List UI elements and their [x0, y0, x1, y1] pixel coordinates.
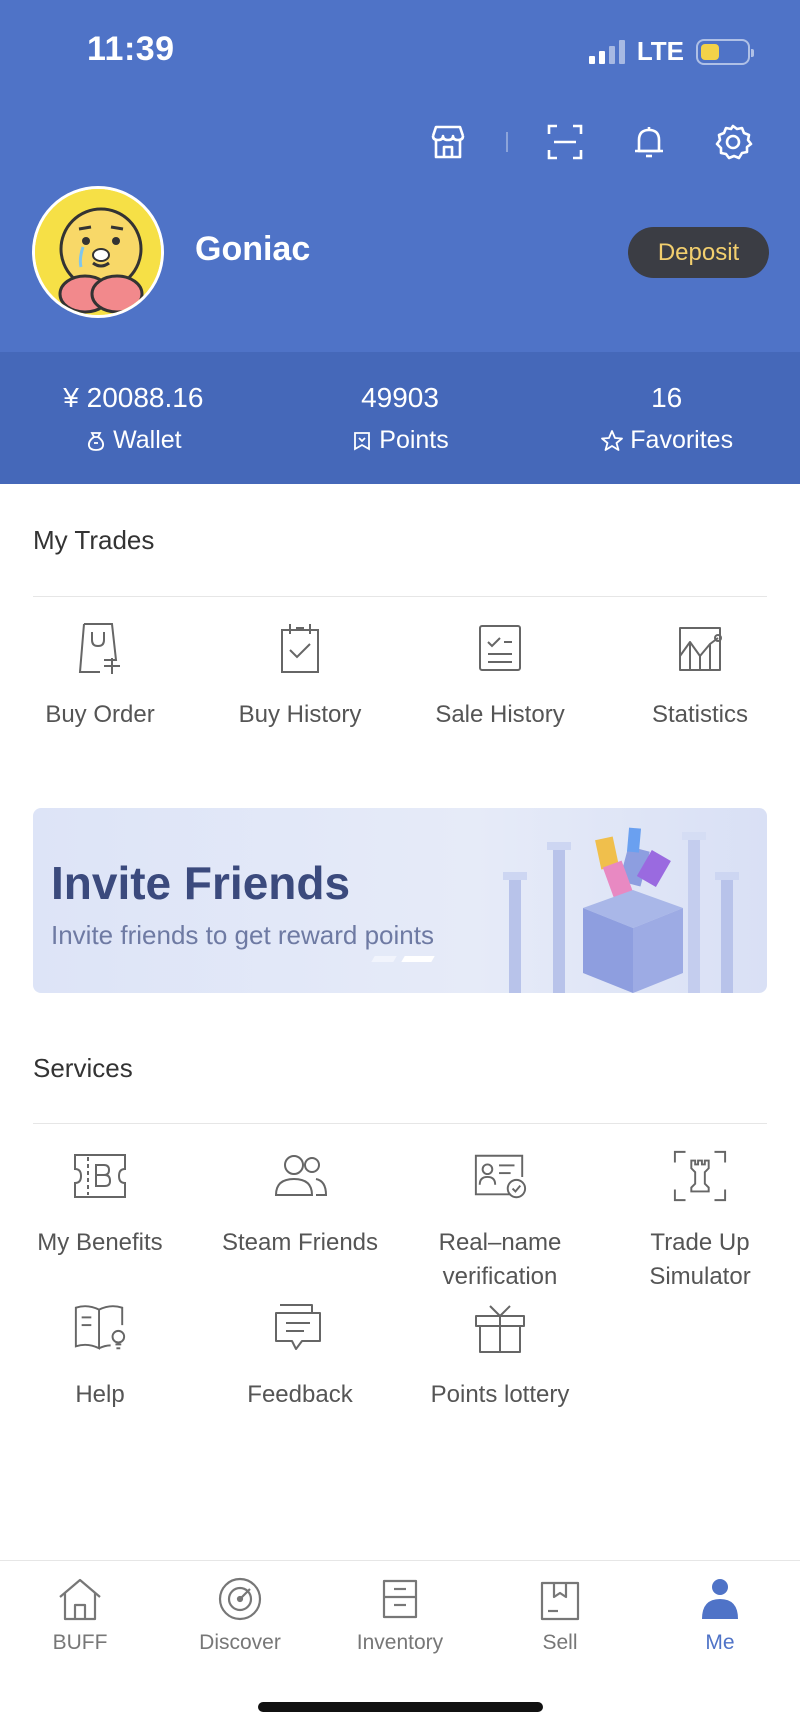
- status-indicators: LTE: [588, 36, 754, 67]
- toolbar-separator: [506, 132, 508, 152]
- gear-icon[interactable]: [711, 120, 755, 164]
- feedback-button[interactable]: Feedback: [200, 1300, 400, 1412]
- store-icon[interactable]: [426, 120, 470, 164]
- nav-sell[interactable]: Sell: [490, 1575, 630, 1655]
- favorites-stat[interactable]: 16 Favorites: [533, 352, 800, 484]
- sell-icon: [536, 1575, 584, 1623]
- nav-me[interactable]: Me: [650, 1575, 790, 1655]
- trade-up-simulator-button[interactable]: Trade Up Simulator: [600, 1148, 800, 1294]
- username: Goniac: [195, 230, 311, 268]
- wallet-icon: [88, 431, 105, 451]
- my-trades-title: My Trades: [33, 525, 155, 555]
- scan-icon[interactable]: [543, 120, 587, 164]
- wallet-stat[interactable]: ¥ 20088.16 Wallet: [0, 352, 267, 484]
- buy-order-icon: [72, 620, 128, 676]
- deposit-button[interactable]: Deposit: [628, 227, 769, 278]
- nav-buff[interactable]: BUFF: [10, 1575, 150, 1655]
- points-icon: [354, 431, 371, 451]
- tradeup-icon: [672, 1148, 728, 1204]
- nav-me-label: Me: [705, 1631, 735, 1654]
- discover-icon: [216, 1575, 264, 1623]
- nav-discover[interactable]: Discover: [170, 1575, 310, 1655]
- real-name-verification-button[interactable]: Real–name verification: [400, 1148, 600, 1294]
- wallet-label: Wallet: [113, 426, 182, 454]
- section-divider: [33, 596, 767, 597]
- favorites-value: 16: [651, 382, 683, 413]
- my-benefits-label: My Benefits: [37, 1229, 163, 1256]
- battery-icon: [696, 38, 754, 65]
- banner-title: Invite Friends: [51, 857, 351, 909]
- my-benefits-button[interactable]: My Benefits: [0, 1148, 200, 1260]
- person-icon: [696, 1575, 744, 1623]
- buy-history-icon: [272, 620, 328, 676]
- avatar[interactable]: [32, 186, 164, 318]
- benefits-icon: [72, 1148, 128, 1204]
- buy-history-label: Buy History: [238, 701, 362, 728]
- nav-buff-label: BUFF: [52, 1631, 108, 1654]
- account-stats: ¥ 20088.16 Wallet 49903 Points 16 Favori…: [0, 352, 800, 484]
- banner-page-indicator: [371, 956, 397, 962]
- points-stat[interactable]: 49903 Points: [267, 352, 534, 484]
- network-label: LTE: [636, 36, 684, 66]
- statistics-icon: [672, 620, 728, 676]
- points-lottery-button[interactable]: Points lottery: [400, 1300, 600, 1412]
- feedback-label: Feedback: [247, 1381, 353, 1408]
- nav-discover-label: Discover: [199, 1631, 281, 1654]
- bell-icon[interactable]: [627, 120, 671, 164]
- header-toolbar: [0, 120, 800, 168]
- buy-order-button[interactable]: Buy Order: [0, 620, 200, 732]
- trade-up-simulator-label: Trade Up Simulator: [600, 1226, 800, 1294]
- real-name-verification-label: Real–name verification: [400, 1226, 600, 1294]
- steam-friends-button[interactable]: Steam Friends: [200, 1148, 400, 1260]
- section-divider: [33, 1123, 767, 1124]
- nav-inventory[interactable]: Inventory: [330, 1575, 470, 1655]
- help-book-icon: [72, 1300, 128, 1356]
- wallet-label-row: Wallet: [0, 426, 267, 455]
- profile-header: 11:39 LTE Goniac Deposit ¥ 20088.16 Wall…: [0, 0, 800, 484]
- gift-box-illustration: [503, 827, 739, 993]
- trade-up-line1: Trade Up: [650, 1229, 750, 1256]
- wallet-value: ¥ 20088.16: [63, 382, 204, 413]
- points-value: 49903: [361, 382, 439, 413]
- real-name-line1: Real–name: [438, 1229, 562, 1256]
- points-lottery-label: Points lottery: [430, 1381, 570, 1408]
- services-title: Services: [33, 1053, 133, 1083]
- banner-subtitle: Invite friends to get reward points: [51, 920, 434, 950]
- help-label: Help: [75, 1381, 125, 1408]
- real-name-line2: verification: [442, 1263, 558, 1290]
- steam-friends-label: Steam Friends: [221, 1229, 379, 1256]
- sale-history-label: Sale History: [435, 701, 565, 728]
- favorites-label: Favorites: [630, 426, 734, 454]
- statistics-button[interactable]: Statistics: [600, 620, 800, 732]
- star-icon: [601, 429, 624, 451]
- home-icon: [56, 1575, 104, 1623]
- invite-friends-banner[interactable]: Invite Friends Invite friends to get rew…: [33, 808, 767, 993]
- nav-inventory-label: Inventory: [356, 1631, 444, 1654]
- signal-icon: [588, 39, 625, 64]
- banner-page-indicator-active: [401, 956, 435, 962]
- favorites-label-row: Favorites: [533, 426, 800, 455]
- points-label-row: Points: [267, 426, 534, 455]
- buy-order-label: Buy Order: [45, 701, 155, 728]
- nav-sell-label: Sell: [542, 1631, 578, 1654]
- points-label: Points: [379, 426, 449, 454]
- sale-history-button[interactable]: Sale History: [400, 620, 600, 732]
- status-time: 11:39: [87, 30, 175, 68]
- buy-history-button[interactable]: Buy History: [200, 620, 400, 732]
- friends-icon: [272, 1148, 328, 1204]
- id-card-icon: [472, 1148, 528, 1204]
- home-indicator[interactable]: [258, 1702, 543, 1712]
- inventory-icon: [376, 1575, 424, 1623]
- help-button[interactable]: Help: [0, 1300, 200, 1412]
- sale-history-icon: [472, 620, 528, 676]
- statistics-label: Statistics: [651, 701, 749, 728]
- trade-up-line2: Simulator: [649, 1263, 751, 1290]
- feedback-icon: [272, 1300, 328, 1356]
- gift-icon: [472, 1300, 528, 1356]
